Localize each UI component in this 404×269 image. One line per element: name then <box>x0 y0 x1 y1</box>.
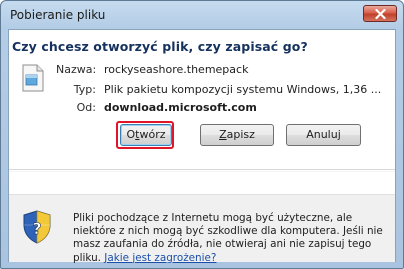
open-button-highlight <box>116 121 174 149</box>
dialog-question: Czy chcesz otworzyć plik, czy zapisać go… <box>12 39 308 54</box>
file-source-label: Od: <box>76 101 96 114</box>
download-dialog: Pobieranie pliku Czy chcesz otworzyć pli… <box>0 0 404 269</box>
file-icon <box>22 64 44 92</box>
save-button-label-a: Z <box>219 128 227 141</box>
file-name-value: rockyseashore.themepack <box>104 63 249 76</box>
window-title: Pobieranie pliku <box>10 8 106 22</box>
security-warning-text: Pliki pochodzące z Internetu mogą być uż… <box>73 212 391 265</box>
save-button[interactable]: Zapisz <box>200 124 274 146</box>
divider-highlight <box>9 171 395 172</box>
security-warning-panel: ? Pliki pochodzące z Internetu mogą być … <box>9 194 395 265</box>
file-type-label: Typ: <box>73 83 96 96</box>
close-button[interactable] <box>363 5 397 22</box>
shield-icon: ? <box>23 210 51 244</box>
svg-text:?: ? <box>32 219 41 238</box>
save-button-label-b: apisz <box>226 128 255 141</box>
file-type-value: Plik pakietu kompozycji systemu Windows,… <box>104 83 382 96</box>
risk-info-link[interactable]: Jakie jest zagrożenie? <box>104 252 216 264</box>
divider <box>9 169 395 170</box>
close-icon <box>374 8 386 19</box>
dialog-body: Czy chcesz otworzyć plik, czy zapisać go… <box>8 29 396 265</box>
file-name-label: Nazwa: <box>56 63 97 76</box>
cancel-button[interactable]: Anuluj <box>286 124 361 146</box>
title-bar[interactable]: Pobieranie pliku <box>1 1 403 29</box>
cancel-button-label: Anuluj <box>306 128 341 141</box>
file-source-value: download.microsoft.com <box>104 101 257 114</box>
